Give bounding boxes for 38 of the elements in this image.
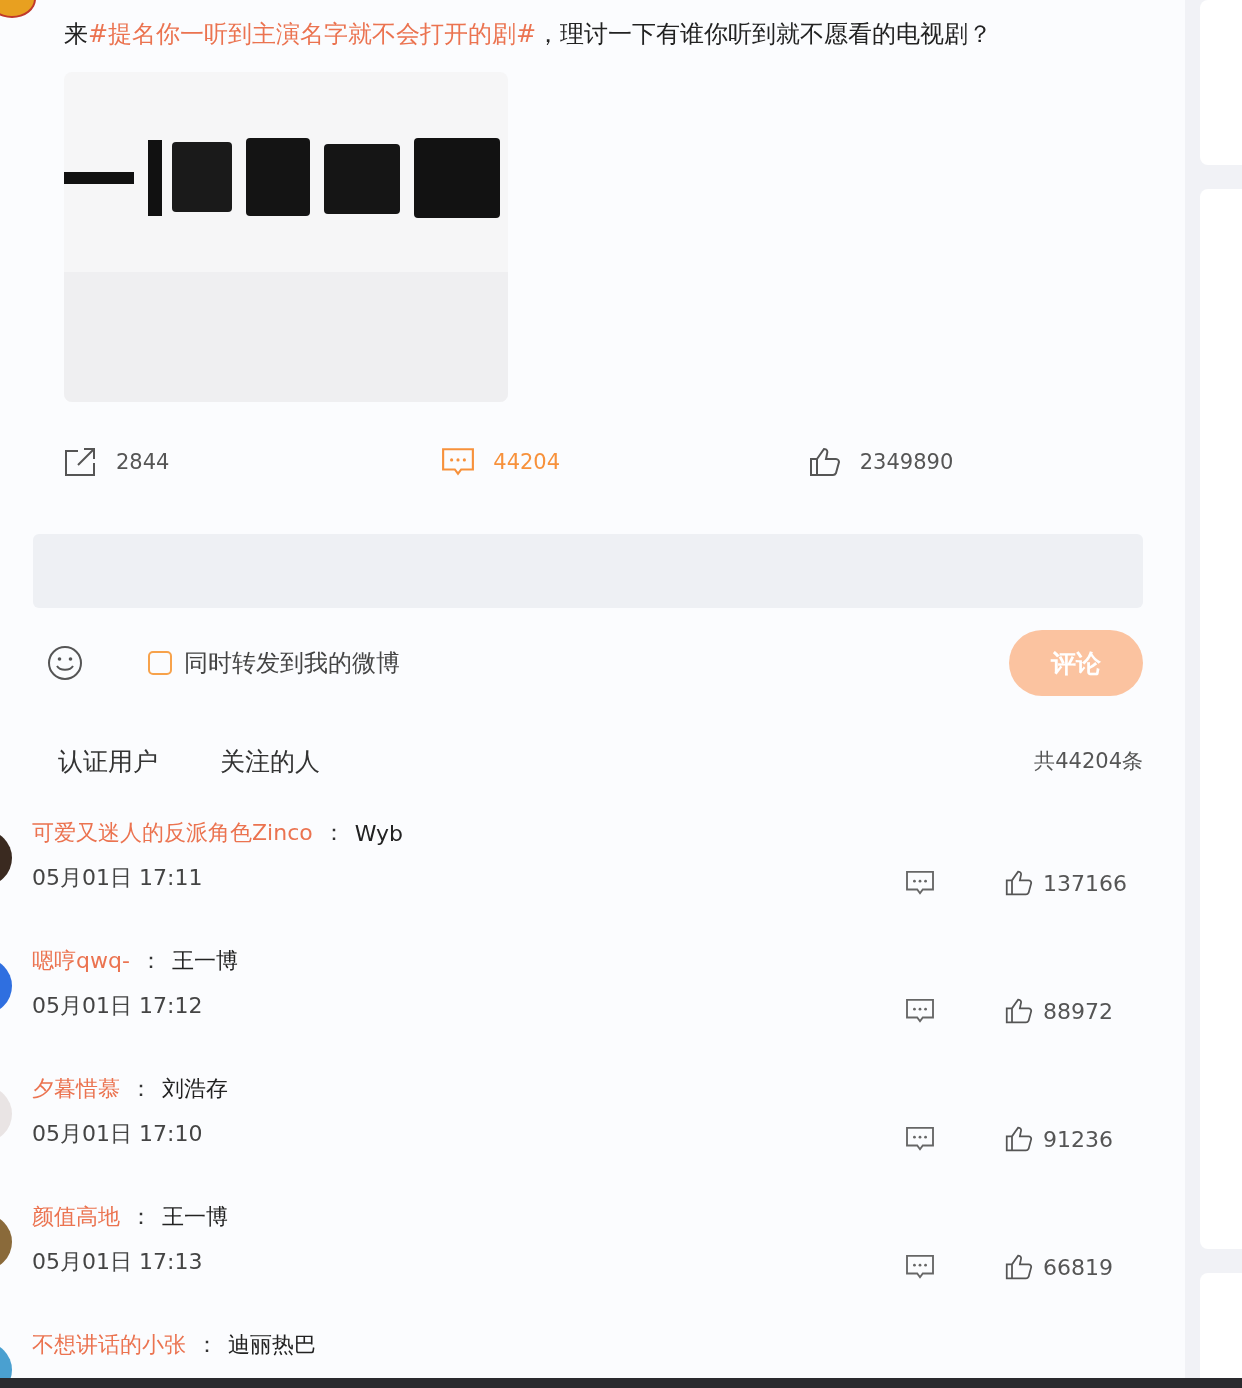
comment-text: Wyb <box>354 820 404 846</box>
like-button[interactable]: 88972 <box>1005 997 1113 1025</box>
colon: ： <box>130 1203 152 1231</box>
colon: ： <box>139 947 162 975</box>
emoji-icon[interactable] <box>47 645 83 681</box>
thumbs-up-icon <box>807 447 842 477</box>
comment-text: 王一博 <box>171 947 238 975</box>
comment-time: 05月01日 17:10 <box>32 1120 204 1148</box>
comment-text: 刘浩存 <box>162 1075 228 1103</box>
share-icon <box>64 447 98 477</box>
comment-text: 王一博 <box>162 1203 228 1231</box>
colon: ： <box>196 1331 218 1359</box>
like-button[interactable]: 66819 <box>1005 1253 1113 1281</box>
thumbs-up-icon <box>1005 1253 1033 1281</box>
like-button[interactable]: 91236 <box>1005 1125 1113 1153</box>
comment-total: 共44204条 <box>1034 748 1143 775</box>
thumbs-up-icon <box>1005 1125 1033 1153</box>
comment-time: 05月01日 17:12 <box>32 992 204 1020</box>
colon: ： <box>130 1075 152 1103</box>
filter-tab[interactable]: 关注的人 <box>220 744 320 778</box>
post-text: 来#提名你一听到主演名字就不会打开的剧#，理讨一下有谁你听到就不愿看的电视剧？ <box>64 19 994 50</box>
reply-icon[interactable] <box>905 870 935 896</box>
reply-icon[interactable] <box>905 1254 935 1280</box>
like-button[interactable]: 137166 <box>1005 869 1127 897</box>
comment-text: 迪丽热巴 <box>228 1331 316 1359</box>
thumbs-up-icon <box>1005 997 1033 1025</box>
filter-tab[interactable]: 认证用户 <box>58 744 158 778</box>
like-button[interactable]: 2349890 <box>807 446 954 478</box>
comment-time: 05月01日 17:13 <box>32 1248 204 1276</box>
repost-label: 同时转发到我的微博 <box>184 648 400 679</box>
reply-icon[interactable] <box>905 998 935 1024</box>
colon: ： <box>322 819 345 847</box>
reply-icon[interactable] <box>905 1126 935 1152</box>
thumbs-up-icon <box>1005 869 1033 897</box>
comment-time: 05月01日 17:11 <box>32 864 204 892</box>
repost-checkbox[interactable] <box>148 651 172 675</box>
share-button[interactable]: 2844 <box>64 446 170 478</box>
comment-icon <box>441 447 476 477</box>
